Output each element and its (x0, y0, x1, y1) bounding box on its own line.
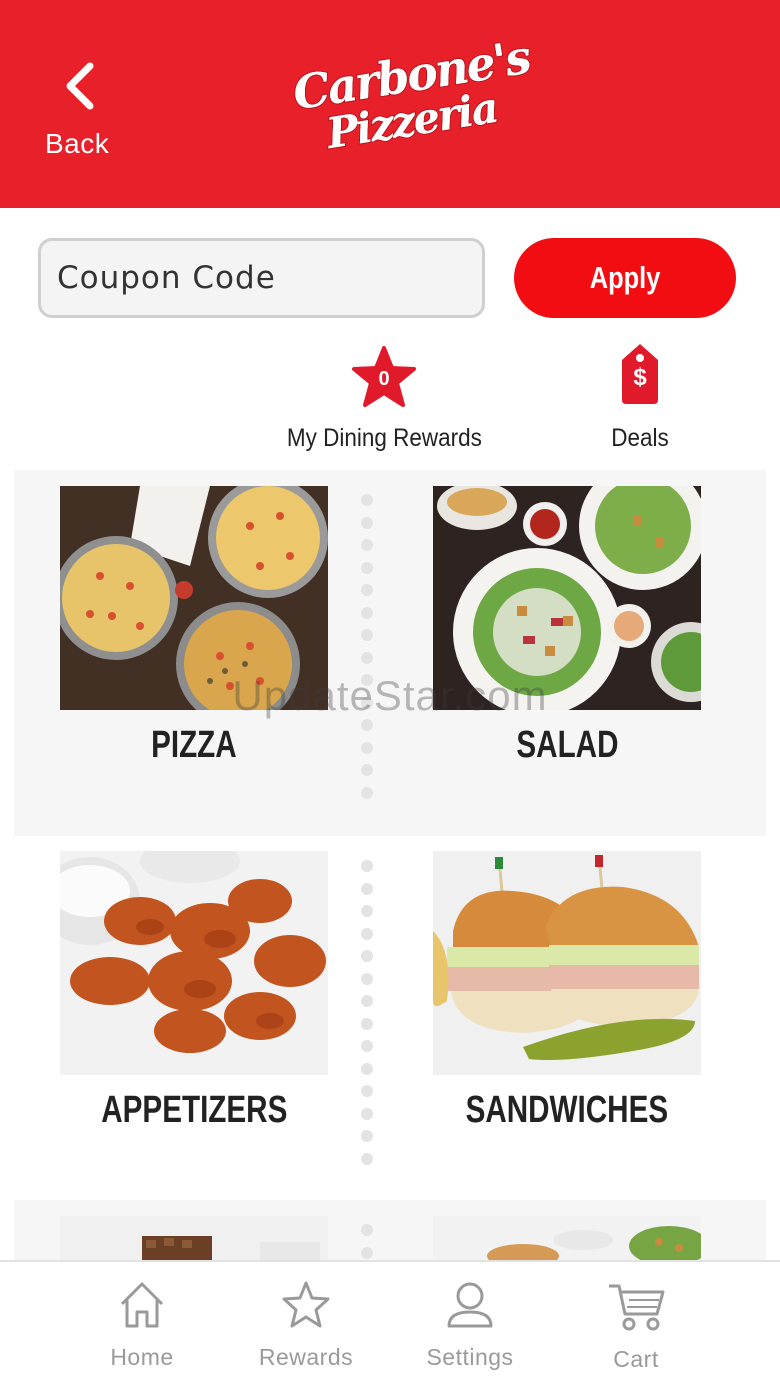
appetizers-photo (60, 851, 328, 1075)
food-photo (433, 1216, 701, 1260)
salad-photo (433, 486, 701, 710)
home-icon (120, 1282, 164, 1328)
category-card-salad[interactable]: SALAD (433, 486, 701, 767)
app-header: Back Carbone's Pizzeria (0, 0, 780, 208)
rewards-star-icon: 0 (352, 346, 416, 408)
category-card-partial[interactable] (433, 1216, 701, 1260)
category-label: SANDWICHES (465, 1089, 669, 1131)
sandwiches-photo (433, 851, 701, 1075)
category-label: PIZZA (151, 724, 237, 766)
bottom-tab-bar: Home Rewards Settings Cart (0, 1260, 780, 1387)
dessert-photo (60, 1216, 328, 1260)
category-card-pizza[interactable]: PIZZA (60, 486, 328, 767)
user-icon (447, 1282, 493, 1328)
rewards-count-badge: 0 (378, 368, 390, 390)
my-dining-rewards-label: My Dining Rewards (286, 424, 482, 452)
pizza-photo (60, 486, 328, 710)
dollar-sign: $ (633, 364, 647, 391)
category-label: SALAD (515, 724, 619, 766)
category-label: APPETIZERS (100, 1089, 288, 1131)
tab-rewards[interactable]: Rewards (236, 1280, 376, 1371)
tab-settings[interactable]: Settings (400, 1280, 540, 1371)
apply-button[interactable]: Apply (514, 238, 736, 318)
category-card-desserts-partial[interactable] (60, 1216, 328, 1260)
category-card-appetizers[interactable]: APPETIZERS (60, 851, 328, 1132)
price-tag-icon: $ (618, 342, 662, 406)
chevron-left-icon (66, 62, 94, 110)
cart-icon (609, 1284, 665, 1331)
tab-cart-label: Cart (613, 1346, 659, 1372)
tab-home-label: Home (110, 1344, 174, 1370)
deals-label: Deals (611, 424, 669, 452)
tab-home[interactable]: Home (72, 1280, 212, 1371)
star-icon (282, 1281, 330, 1328)
divider-dots (361, 860, 373, 1175)
tab-settings-label: Settings (426, 1344, 514, 1370)
divider-dots (361, 494, 373, 809)
apply-label: Apply (589, 260, 661, 295)
coupon-code-input[interactable] (38, 238, 485, 318)
back-button[interactable]: Back (40, 62, 120, 162)
tab-cart[interactable]: Cart (566, 1280, 706, 1373)
back-label: Back (45, 128, 110, 159)
category-card-sandwiches[interactable]: SANDWICHES (433, 851, 701, 1132)
tab-rewards-label: Rewards (258, 1344, 354, 1370)
brand-logo: Carbone's Pizzeria (288, 29, 534, 164)
